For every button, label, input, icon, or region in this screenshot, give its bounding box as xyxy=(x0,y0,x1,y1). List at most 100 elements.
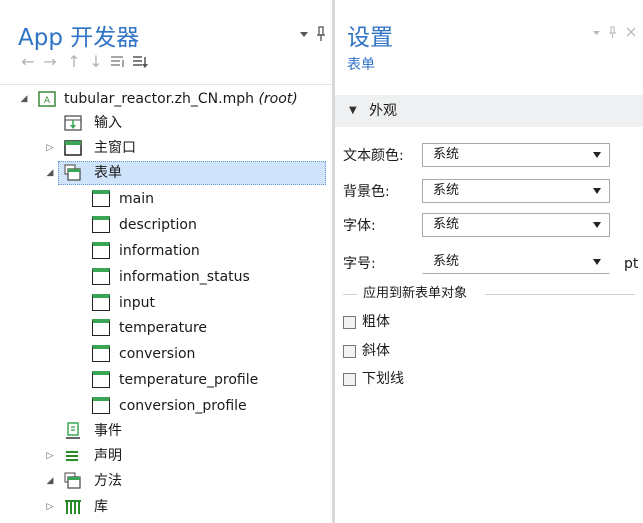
tree-node-events[interactable]: 事件 xyxy=(0,419,330,443)
tree-node-declarations[interactable]: ▷ 声明 xyxy=(0,444,330,468)
back-arrow-icon[interactable]: ← xyxy=(18,51,38,73)
tree-node-label: 库 xyxy=(94,499,108,515)
expanded-twisty-icon[interactable]: ◢ xyxy=(18,87,30,111)
bold-checkbox[interactable] xyxy=(343,316,356,329)
tree-node-form[interactable]: temperature_profile xyxy=(0,368,330,392)
svg-text:A: A xyxy=(44,96,51,106)
dropdown-icon[interactable] xyxy=(300,32,308,37)
app-builder-title: App 开发器 xyxy=(18,25,140,51)
expanded-twisty-icon[interactable]: ◢ xyxy=(44,161,56,185)
form-icon xyxy=(92,294,110,311)
settings-title: 设置 xyxy=(347,25,393,51)
tree-node-form[interactable]: information xyxy=(0,239,330,263)
tree-node-label: 事件 xyxy=(94,423,122,439)
tree-node-label: 主窗口 xyxy=(94,140,136,156)
collapsed-twisty-icon[interactable]: ▷ xyxy=(44,444,56,468)
form-icon xyxy=(92,242,110,259)
font-size-label: 字号: xyxy=(343,256,376,272)
tree-node-label: conversion xyxy=(119,346,196,362)
tree-node-form[interactable]: conversion xyxy=(0,342,330,366)
tree-node-form[interactable]: input xyxy=(0,291,330,315)
settings-subtitle: 表单 xyxy=(347,57,375,73)
root-suffix: (root) xyxy=(258,91,298,107)
collapsed-twisty-icon[interactable]: ▷ xyxy=(44,136,56,160)
select-value: 系统 xyxy=(433,183,460,198)
section-title: 外观 xyxy=(369,103,397,119)
panel-controls[interactable] xyxy=(298,24,328,44)
font-size-unit: pt xyxy=(624,256,639,272)
pin-icon[interactable] xyxy=(317,26,325,41)
tree-node-label: 方法 xyxy=(94,473,122,489)
tree-node-label: main xyxy=(119,191,154,207)
events-icon xyxy=(66,422,80,439)
tree-node-label: 声明 xyxy=(94,448,122,464)
tree-node-root[interactable]: ◢ A tubular_reactor.zh_CN.mph (root) xyxy=(0,87,330,111)
form-icon xyxy=(92,371,110,388)
text-color-select[interactable]: 系统 xyxy=(422,143,610,167)
close-icon[interactable] xyxy=(626,27,636,37)
app-root-icon: A xyxy=(38,91,56,107)
dropdown-icon[interactable] xyxy=(593,31,600,35)
select-value: 系统 xyxy=(433,254,460,269)
libraries-icon xyxy=(65,500,81,514)
background-color-label: 背景色: xyxy=(343,184,390,200)
form-icon xyxy=(92,345,110,362)
move-down-icon[interactable]: ↓ xyxy=(86,51,106,73)
expand-all-icon[interactable] xyxy=(108,51,128,73)
app-builder-panel: App 开发器 ← → ↑ ↓ ◢ A tubular_reactor.zh_C… xyxy=(0,0,332,523)
expanded-twisty-icon[interactable]: ◢ xyxy=(44,469,56,493)
tree-node-label: temperature xyxy=(119,320,207,336)
tree-node-label: information_status xyxy=(119,269,250,285)
chevron-down-icon xyxy=(593,259,601,265)
tree-node-form[interactable]: conversion_profile xyxy=(0,394,330,418)
form-icon xyxy=(92,268,110,285)
tree-node-form[interactable]: temperature xyxy=(0,316,330,340)
tree-node-label: 输入 xyxy=(94,115,122,131)
group-divider xyxy=(485,294,635,295)
form-icon xyxy=(92,319,110,336)
tree-node-label: tubular_reactor.zh_CN.mph xyxy=(64,91,254,107)
tree-node-form[interactable]: main xyxy=(0,187,330,211)
main-window-icon xyxy=(64,140,82,156)
italic-checkbox[interactable] xyxy=(343,345,356,358)
apply-to-new-objects-label: 应用到新表单对象 xyxy=(361,284,470,304)
tree-node-input[interactable]: 输入 xyxy=(0,111,330,135)
tree-node-libraries[interactable]: ▷ 库 xyxy=(0,495,330,519)
tree-node-forms[interactable]: ◢ 表单 xyxy=(0,161,330,185)
underline-label: 下划线 xyxy=(362,371,404,387)
select-value: 系统 xyxy=(433,217,460,232)
move-up-icon[interactable]: ↑ xyxy=(64,51,84,73)
tree-node-label: information xyxy=(119,243,200,259)
pin-icon[interactable] xyxy=(609,26,616,38)
tree-node-main-window[interactable]: ▷ 主窗口 xyxy=(0,136,330,160)
collapsed-twisty-icon[interactable]: ▷ xyxy=(44,495,56,519)
background-color-select[interactable]: 系统 xyxy=(422,179,610,203)
appearance-section-header[interactable]: ▼ 外观 xyxy=(335,95,643,127)
tree-node-form[interactable]: description xyxy=(0,213,330,237)
forward-arrow-icon[interactable]: → xyxy=(40,51,60,73)
font-size-combobox[interactable]: 系统 xyxy=(422,250,610,274)
form-icon xyxy=(92,397,110,414)
methods-icon xyxy=(64,472,81,489)
underline-checkbox[interactable] xyxy=(343,373,356,386)
chevron-down-icon xyxy=(593,152,601,158)
panel-controls[interactable] xyxy=(591,24,639,42)
declarations-icon xyxy=(66,451,78,461)
tree-node-methods[interactable]: ◢ 方法 xyxy=(0,469,330,493)
forms-icon xyxy=(64,164,81,181)
group-divider xyxy=(343,294,357,295)
settings-panel: 设置 表单 ▼ 外观 文本颜色: 系统 背景色: 系统 字体: 系统 字号: 系 xyxy=(335,0,643,523)
tree-node-form[interactable]: information_status xyxy=(0,265,330,289)
input-declaration-icon xyxy=(64,115,82,131)
font-select[interactable]: 系统 xyxy=(422,213,610,237)
italic-label: 斜体 xyxy=(362,343,390,359)
tree-node-label: description xyxy=(119,217,197,233)
tree-node-label: input xyxy=(119,295,156,311)
form-icon xyxy=(92,216,110,233)
collapse-all-icon[interactable] xyxy=(130,51,150,73)
tree-node-label: conversion_profile xyxy=(119,398,247,414)
select-value: 系统 xyxy=(433,147,460,162)
chevron-down-icon xyxy=(593,222,601,228)
form-icon xyxy=(92,190,110,207)
section-collapse-icon[interactable]: ▼ xyxy=(349,95,357,127)
